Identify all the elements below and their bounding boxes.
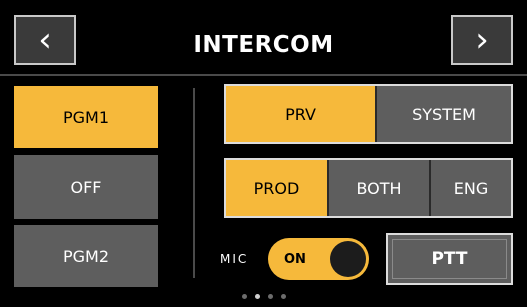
toggle-knob (330, 241, 366, 277)
header-divider (0, 74, 527, 76)
chevron-left-icon: ‹ (38, 20, 52, 60)
page-indicator (0, 294, 527, 304)
mode-selector: PRV SYSTEM (224, 84, 513, 144)
page-dot[interactable] (241, 294, 247, 299)
ptt-button[interactable]: PTT (386, 233, 513, 285)
channel-off-button[interactable]: OFF (14, 155, 158, 219)
route-label: BOTH (356, 178, 402, 198)
route-selector: PROD BOTH ENG (224, 158, 513, 218)
page-dot[interactable] (280, 294, 286, 299)
route-eng-button[interactable]: ENG (429, 160, 511, 216)
mode-label: SYSTEM (412, 104, 476, 124)
chevron-right-icon: › (475, 20, 489, 60)
ptt-label: PTT (431, 249, 468, 269)
route-label: PROD (253, 178, 300, 198)
channel-label: PGM2 (62, 246, 110, 266)
forward-button[interactable]: › (451, 15, 513, 65)
mic-toggle[interactable]: ON (268, 238, 369, 280)
mode-system-button[interactable]: SYSTEM (375, 86, 511, 142)
channel-label: OFF (70, 177, 102, 197)
mode-label: PRV (285, 104, 316, 124)
toggle-state-label: ON (284, 251, 306, 267)
page-dot[interactable] (267, 294, 273, 299)
channel-label: PGM1 (62, 107, 110, 127)
channel-pgm2-button[interactable]: PGM2 (14, 225, 158, 287)
route-label: ENG (453, 178, 489, 198)
channel-pgm1-button[interactable]: PGM1 (14, 86, 158, 148)
panel-divider (193, 88, 195, 278)
mode-prv-button[interactable]: PRV (226, 86, 375, 142)
back-button[interactable]: ‹ (14, 15, 76, 65)
route-prod-button[interactable]: PROD (226, 160, 327, 216)
page-dot[interactable] (254, 294, 260, 299)
route-both-button[interactable]: BOTH (327, 160, 429, 216)
mic-label: MIC (220, 252, 249, 266)
page-title: INTERCOM (193, 32, 334, 58)
